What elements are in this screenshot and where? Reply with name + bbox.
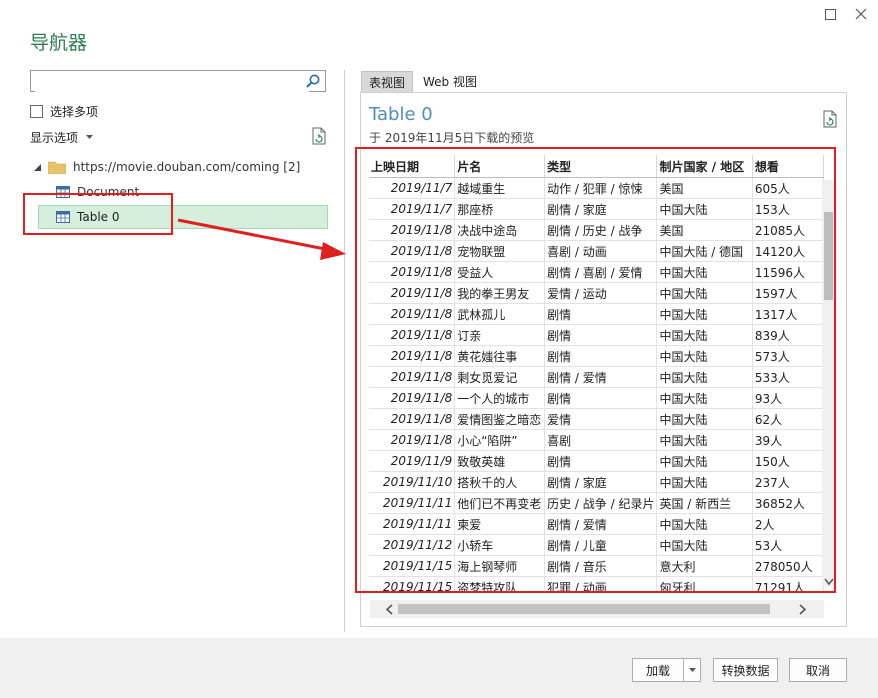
select-multiple-label: 选择多项	[50, 105, 99, 119]
tab-web-view-label: Web 视图	[423, 74, 477, 89]
search-box[interactable]	[30, 70, 326, 92]
tab-table-view[interactable]: 表视图	[361, 71, 414, 93]
select-multiple-checkbox[interactable]	[30, 105, 43, 118]
tree-item-site-label: https://movie.douban.com/coming [2]	[73, 160, 301, 174]
horizontal-scrollbar[interactable]	[370, 600, 824, 618]
load-button[interactable]: 加载	[632, 658, 684, 682]
cancel-button-label: 取消	[805, 663, 830, 678]
folder-icon	[48, 161, 66, 174]
refresh-icon[interactable]	[311, 127, 327, 145]
chevron-down-icon	[688, 667, 696, 672]
transform-data-button-label: 转换数据	[721, 663, 770, 678]
search-input[interactable]	[35, 72, 309, 92]
select-multiple[interactable]: 选择多项	[30, 103, 98, 120]
load-button-label: 加载	[645, 663, 670, 678]
scroll-right-arrow-icon[interactable]	[798, 604, 806, 615]
preview-subtitle: 于 2019年11月5日下载的预览	[369, 131, 535, 145]
close-icon[interactable]	[851, 4, 871, 24]
expand-triangle-icon[interactable]	[34, 163, 41, 171]
display-options-dropdown[interactable]: 显示选项	[30, 129, 94, 146]
transform-data-button[interactable]: 转换数据	[713, 658, 778, 682]
load-options-dropdown[interactable]	[683, 658, 701, 682]
horizontal-scroll-thumb[interactable]	[398, 604, 770, 614]
dialog-title: 导航器	[30, 32, 88, 54]
maximize-icon[interactable]	[820, 4, 840, 24]
scroll-left-arrow-icon[interactable]	[386, 604, 394, 615]
display-options-label: 显示选项	[30, 131, 79, 145]
tab-web-view[interactable]: Web 视图	[416, 71, 484, 91]
pane-divider[interactable]	[344, 70, 345, 632]
search-icon[interactable]	[305, 73, 321, 89]
preview-title: Table 0	[369, 104, 433, 125]
highlight-box-left	[23, 193, 173, 235]
refresh-preview-icon[interactable]	[822, 110, 838, 128]
cancel-button[interactable]: 取消	[789, 658, 847, 682]
tree-item-site[interactable]: https://movie.douban.com/coming [2]	[34, 160, 300, 174]
dropdown-caret-icon	[86, 135, 94, 139]
tab-table-view-label: 表视图	[369, 75, 406, 90]
highlight-box-right	[355, 147, 836, 593]
